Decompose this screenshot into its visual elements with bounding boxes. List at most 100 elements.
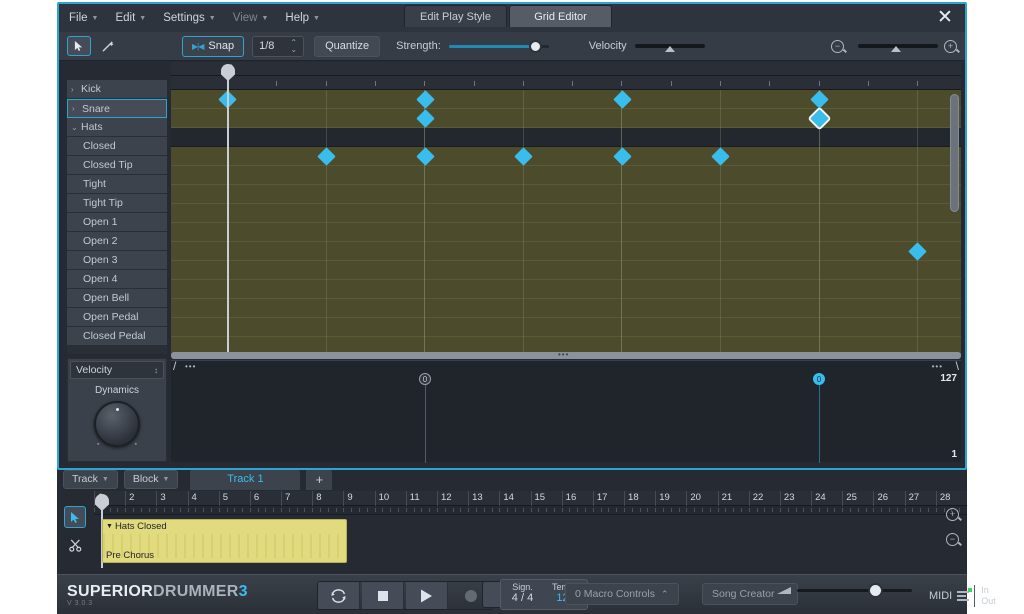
play-button[interactable] <box>406 582 448 609</box>
instrument-row-closed[interactable]: Closed <box>67 137 167 156</box>
midi-icon[interactable] <box>957 588 973 601</box>
signature-cell[interactable]: Sign. 4 / 4 <box>501 580 544 609</box>
strength-slider-handle[interactable] <box>528 39 542 53</box>
menu-help[interactable]: Help ▼ <box>285 12 320 24</box>
menu-edit[interactable]: Edit ▼ <box>115 12 146 24</box>
beat-tick <box>896 508 898 512</box>
instrument-row-snare[interactable]: › Snare <box>67 99 167 118</box>
velocity-mode-select[interactable]: Velocity ↕ <box>70 361 164 379</box>
grid-zoom-slider-handle[interactable] <box>890 46 901 52</box>
grid-lane[interactable] <box>171 280 961 299</box>
scissors-tool-button[interactable] <box>64 534 86 556</box>
strength-slider[interactable] <box>448 39 549 53</box>
grid-vertical-scrollbar[interactable] <box>950 94 959 212</box>
instrument-row-closed-tip[interactable]: Closed Tip <box>67 156 167 175</box>
grid-lane[interactable] <box>171 223 961 242</box>
beat-tick <box>327 508 329 512</box>
grid-lane[interactable] <box>171 261 961 280</box>
instrument-row-hats[interactable]: ⌄ Hats <box>67 118 167 137</box>
beat-tick <box>756 508 758 512</box>
bar-separator <box>125 491 127 506</box>
bar-separator <box>748 491 750 506</box>
beat-tick <box>850 508 852 512</box>
grid-lane[interactable] <box>171 204 961 223</box>
tab-edit-play-style[interactable]: Edit Play Style <box>404 5 507 27</box>
midi-in-out: In Out <box>974 585 996 607</box>
bar-separator <box>624 491 626 506</box>
bar-separator <box>343 491 345 506</box>
beat-tick <box>125 508 127 512</box>
velocity-slider-handle[interactable] <box>664 46 675 52</box>
macro-controls-button[interactable]: 0 Macro Controls ⌃ <box>565 583 679 605</box>
instrument-row-tight[interactable]: Tight <box>67 175 167 194</box>
snap-value-stepper[interactable]: 1/8 ⌃ ⌄ <box>252 35 305 57</box>
grid-lane[interactable] <box>171 147 961 166</box>
menu-view[interactable]: View ▼ <box>233 12 269 24</box>
pencil-tool-button[interactable] <box>97 36 121 56</box>
timeline-ruler[interactable]: 1234567891011121314151617181920212223242… <box>94 491 967 506</box>
loop-button[interactable] <box>318 582 360 609</box>
velocity-left-dots-icon[interactable]: ••• <box>185 362 196 371</box>
volume-slider[interactable] <box>797 583 912 598</box>
velocity-lane[interactable]: / ••• ••• \ 0 0 127 1 <box>171 359 961 463</box>
grid-lane[interactable] <box>171 299 961 318</box>
chevron-down-icon[interactable]: ⌄ <box>71 123 81 132</box>
volume-slider-handle[interactable] <box>868 583 884 598</box>
menu-settings[interactable]: Settings ▼ <box>163 12 216 24</box>
pointer-tool-button[interactable] <box>64 506 86 528</box>
pointer-tool-button[interactable] <box>67 36 91 56</box>
grid-playhead[interactable] <box>221 64 235 358</box>
bar-number: 3 <box>160 492 166 503</box>
grid-lane[interactable] <box>171 318 961 337</box>
chevron-down-icon: ▼ <box>106 523 113 530</box>
note-grid[interactable]: 1 <box>171 62 961 358</box>
instrument-row-open-bell[interactable]: Open Bell <box>67 289 167 308</box>
chevron-down-icon: ▼ <box>313 14 320 22</box>
add-track-button[interactable]: + <box>306 468 333 490</box>
velocity-handle-selected[interactable]: 0 <box>813 373 825 385</box>
zoom-in-button[interactable]: + <box>946 508 959 521</box>
velocity-handle[interactable]: 0 <box>419 373 431 385</box>
tab-grid-editor[interactable]: Grid Editor <box>509 5 612 27</box>
grid-lane[interactable] <box>171 166 961 185</box>
grid-lane[interactable] <box>171 242 961 261</box>
instrument-row-open-3[interactable]: Open 3 <box>67 251 167 270</box>
beat-tick <box>374 508 376 512</box>
beat-tick <box>920 508 922 512</box>
chevron-right-icon[interactable]: › <box>72 104 82 113</box>
grid-zoom-slider[interactable] <box>858 44 938 52</box>
ramp-up-icon[interactable]: / <box>173 359 176 373</box>
instrument-row-open-2[interactable]: Open 2 <box>67 232 167 251</box>
grid-lane[interactable] <box>171 128 961 147</box>
tab-track-1[interactable]: Track 1 <box>190 468 301 490</box>
zoom-out-button[interactable]: − <box>946 533 959 546</box>
instrument-row-open-1[interactable]: Open 1 <box>67 213 167 232</box>
chevron-right-icon[interactable]: › <box>71 85 81 94</box>
menu-file[interactable]: File ▼ <box>69 12 98 24</box>
velocity-slider[interactable] <box>634 44 705 52</box>
grid-lane[interactable] <box>171 90 961 109</box>
grid-zoom-out-button[interactable]: − <box>831 39 844 53</box>
instrument-row-open-4[interactable]: Open 4 <box>67 270 167 289</box>
dynamics-knob[interactable] <box>94 401 140 447</box>
block-dropdown[interactable]: Block ▼ <box>123 469 179 489</box>
track-dropdown[interactable]: Track ▼ <box>63 469 118 489</box>
beat-tick <box>569 508 571 512</box>
bar-number: 28 <box>939 492 951 503</box>
grid-lane[interactable] <box>171 109 961 128</box>
grid-zoom-in-button[interactable]: + <box>944 39 957 53</box>
instrument-row-closed-pedal[interactable]: Closed Pedal <box>67 327 167 346</box>
instrument-row-open-pedal[interactable]: Open Pedal <box>67 308 167 327</box>
instrument-row-kick[interactable]: › Kick <box>67 80 167 99</box>
grid-horizontal-scrollbar[interactable]: ••• <box>171 350 961 359</box>
quantize-button[interactable]: Quantize <box>314 35 381 57</box>
snap-toggle-button[interactable]: ▶|◀ Snap <box>182 35 245 57</box>
clip-hats-closed[interactable]: ▼ Hats Closed Pre Chorus <box>102 519 347 563</box>
ramp-down-icon[interactable]: \ <box>956 359 959 373</box>
beat-tick <box>670 508 672 512</box>
instrument-row-tight-tip[interactable]: Tight Tip <box>67 194 167 213</box>
velocity-right-dots-icon[interactable]: ••• <box>932 362 943 371</box>
close-window-button[interactable]: ✕ <box>935 8 955 29</box>
stop-button[interactable] <box>362 582 404 609</box>
grid-lane[interactable] <box>171 185 961 204</box>
